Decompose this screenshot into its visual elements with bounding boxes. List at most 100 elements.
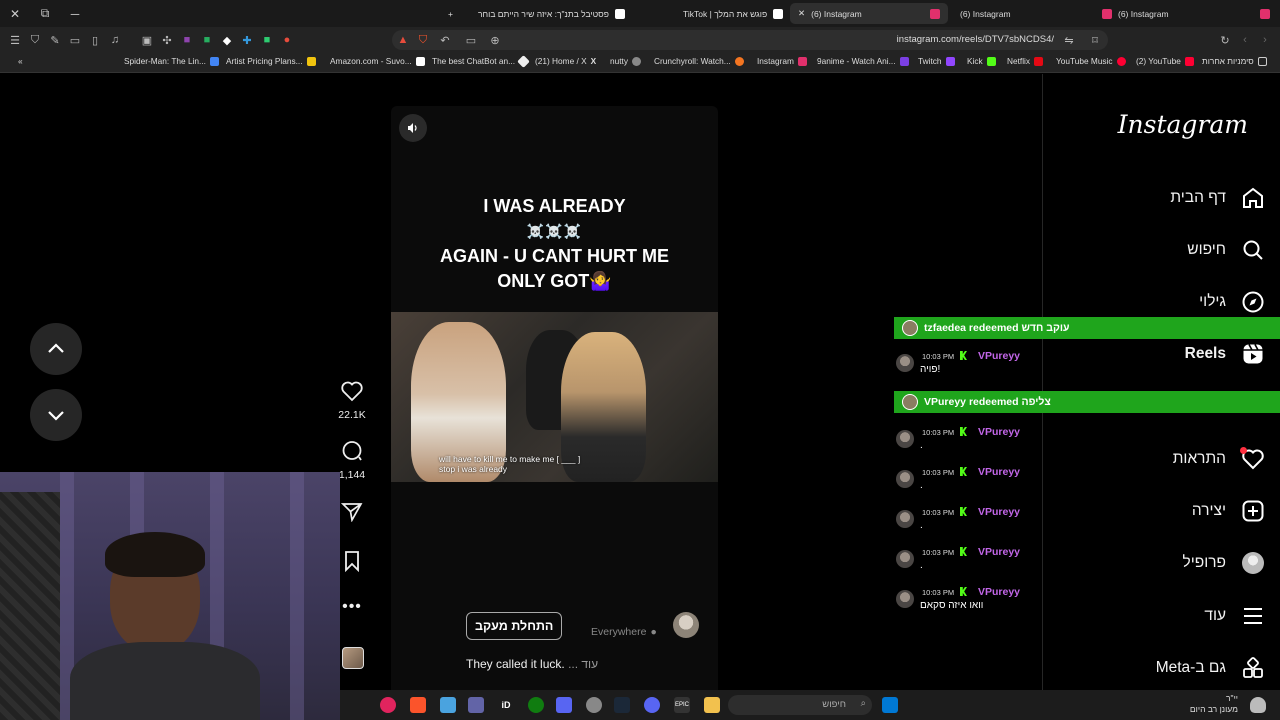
bookmark-label: 9anime - Watch Ani... — [817, 56, 896, 66]
back-icon[interactable]: ‹ — [1238, 33, 1252, 47]
tab-6[interactable] — [1252, 3, 1278, 24]
sidebar-item-home[interactable]: דף הבית — [1170, 183, 1266, 213]
bookmark-item[interactable]: סימניות אחרות — [1202, 56, 1267, 66]
bookmark-item[interactable]: Crunchyroll: Watch... — [654, 56, 744, 66]
steam-icon[interactable] — [614, 697, 630, 713]
like-action[interactable]: 22.1K — [336, 380, 368, 421]
bookmark-item[interactable]: Twitch — [918, 56, 955, 66]
obs-icon[interactable] — [586, 697, 602, 713]
tab-2[interactable]: TikTok | פוגש את המלך — [675, 3, 791, 24]
avatar — [902, 394, 918, 410]
xbox-icon[interactable] — [528, 697, 544, 713]
site-settings-icon[interactable]: ⇋ — [1062, 33, 1076, 47]
avatar[interactable] — [673, 612, 699, 638]
minimize-window-icon[interactable]: ─ — [60, 0, 90, 27]
folder-icon[interactable] — [704, 697, 720, 713]
taskbar-clock[interactable]: יי"ר מעונן רב היום — [1190, 693, 1238, 715]
extension-icon[interactable]: ▣ — [140, 33, 154, 47]
bookmark-item[interactable]: Artist Pricing Plans... — [226, 56, 316, 66]
tab-5[interactable]: (6) Instagram — [1094, 3, 1177, 24]
zoom-icon[interactable]: ⊕ — [488, 33, 502, 47]
bookmark-item[interactable]: nutty — [610, 56, 641, 66]
bookmark-item[interactable]: Spider-Man: The Lin... — [124, 56, 219, 66]
warning-icon[interactable]: ▲ — [396, 33, 410, 47]
extension-icon[interactable]: ■ — [260, 33, 274, 47]
more-link[interactable]: ... עוד — [568, 657, 598, 671]
teams-icon[interactable] — [468, 697, 484, 713]
sidebar-item-more[interactable]: עוד — [1204, 601, 1266, 631]
extension-icon[interactable]: ● — [280, 33, 294, 47]
bookmark-item[interactable]: 9anime - Watch Ani... — [817, 56, 909, 66]
previous-reel-button[interactable] — [30, 323, 82, 375]
sidebar-item-create[interactable]: יצירה — [1192, 496, 1266, 526]
audio-location[interactable]: Everywhere ● — [591, 626, 657, 638]
bookmark-item[interactable]: The best ChatBot an... — [432, 54, 530, 68]
extension-icon[interactable]: ◆ — [220, 33, 234, 47]
bookmark-item[interactable]: YouTube Music — [1056, 56, 1126, 66]
restore-window-icon[interactable]: ⧉ — [30, 0, 60, 27]
tab-1[interactable]: פסטיבל בתנ"ך: איזה שיר הייתם בוחר — [470, 3, 633, 24]
instagram-logo[interactable]: Instagram — [1118, 110, 1248, 139]
sidebar-item-meta[interactable]: Meta-גם ב — [1156, 653, 1266, 683]
taskbar-search-input[interactable]: חיפוש ⌕ — [728, 695, 872, 715]
tab-4[interactable]: (6) Instagram — [952, 3, 1019, 24]
app-icon[interactable] — [440, 697, 456, 713]
brave-shield-icon[interactable]: ⛉ — [416, 33, 430, 47]
forward-icon[interactable]: › — [1258, 33, 1272, 47]
screen-icon[interactable]: ▭ — [464, 33, 478, 47]
anime-icon — [899, 56, 909, 66]
taskbar: iD EPIC חיפוש ⌕ יי"ר מעונן רב היום — [340, 690, 1280, 720]
epic-games-icon[interactable]: EPIC — [674, 697, 690, 713]
extension-icon[interactable]: ✚ — [240, 33, 254, 47]
shield-icon[interactable]: ⛉ — [28, 33, 42, 47]
sidebar-item-explore[interactable]: גילוי — [1199, 287, 1266, 317]
comment-action[interactable]: 1,144 — [336, 440, 368, 481]
crunchyroll-icon — [734, 56, 744, 66]
sidebar-item-reels[interactable]: Reels — [1185, 339, 1266, 369]
sound-toggle-button[interactable] — [399, 114, 427, 142]
sidebar-item-notifications[interactable]: התראות — [1173, 444, 1266, 474]
close-window-icon[interactable]: ✕ — [0, 0, 30, 27]
discord-icon[interactable] — [644, 697, 660, 713]
sidebar-item-profile[interactable]: פרופיל — [1183, 548, 1266, 578]
bookmark-item[interactable]: Amazon.com - Suvo... — [330, 56, 425, 66]
follow-button[interactable]: התחלת מעקב — [466, 612, 563, 640]
brave-icon[interactable] — [410, 697, 426, 713]
sidebar-icon[interactable]: ▯ — [88, 33, 102, 47]
weather-icon[interactable] — [1250, 697, 1266, 713]
history-icon[interactable]: ↶ — [438, 33, 452, 47]
share-button[interactable] — [336, 502, 368, 527]
app-icon[interactable] — [556, 697, 572, 713]
brush-icon[interactable]: ✎ — [48, 33, 62, 47]
sidebar-item-search[interactable]: חיפוש — [1187, 235, 1266, 265]
menu-icon[interactable]: ☰ — [8, 33, 22, 47]
bookmark-item[interactable]: (2) YouTube — [1136, 56, 1194, 66]
save-button[interactable] — [336, 550, 368, 577]
more-options-button[interactable]: ••• — [336, 598, 368, 616]
extension-icon[interactable]: ■ — [180, 33, 194, 47]
bookmark-item[interactable]: Netflix — [1007, 56, 1044, 66]
puzzle-icon[interactable]: ✣ — [160, 33, 174, 47]
media-icon[interactable] — [380, 697, 396, 713]
address-bar[interactable]: ▲ ⛉ ↶ ▭ ⊕ instagram.com/reels/DTV7sbNCDS… — [392, 30, 1108, 50]
extension-icon[interactable]: ■ — [200, 33, 214, 47]
windows-start-icon[interactable] — [882, 697, 898, 713]
kick-icon — [960, 587, 967, 596]
bookmark-icon[interactable]: ⌑ — [1088, 33, 1102, 47]
audio-thumbnail[interactable] — [342, 647, 364, 669]
bookmark-item[interactable]: Kick — [967, 56, 996, 66]
tab-3-active[interactable]: ✕ (6) Instagram — [790, 3, 948, 24]
tabs-icon[interactable]: ▭ — [68, 33, 82, 47]
url-text: instagram.com/reels/DTV7sbNCDS4/ — [896, 34, 1054, 45]
reel-description[interactable]: They called it luck. ... עוד — [466, 657, 598, 671]
reel-video[interactable]: I WAS ALREADY ☠️☠️☠️ AGAIN - U CANT HURT… — [391, 106, 718, 690]
chevron-left-icon[interactable]: « — [18, 56, 23, 66]
new-tab-button[interactable]: + — [440, 3, 461, 24]
next-reel-button[interactable] — [30, 389, 82, 441]
music-icon[interactable]: ♫ — [108, 33, 122, 47]
reload-icon[interactable]: ↻ — [1218, 33, 1232, 47]
app-icon[interactable]: iD — [498, 697, 514, 713]
bookmark-item[interactable]: Instagram — [757, 56, 807, 66]
bookmark-item[interactable]: (21) Home / XX — [535, 56, 596, 66]
close-tab-icon[interactable]: ✕ — [798, 8, 805, 19]
